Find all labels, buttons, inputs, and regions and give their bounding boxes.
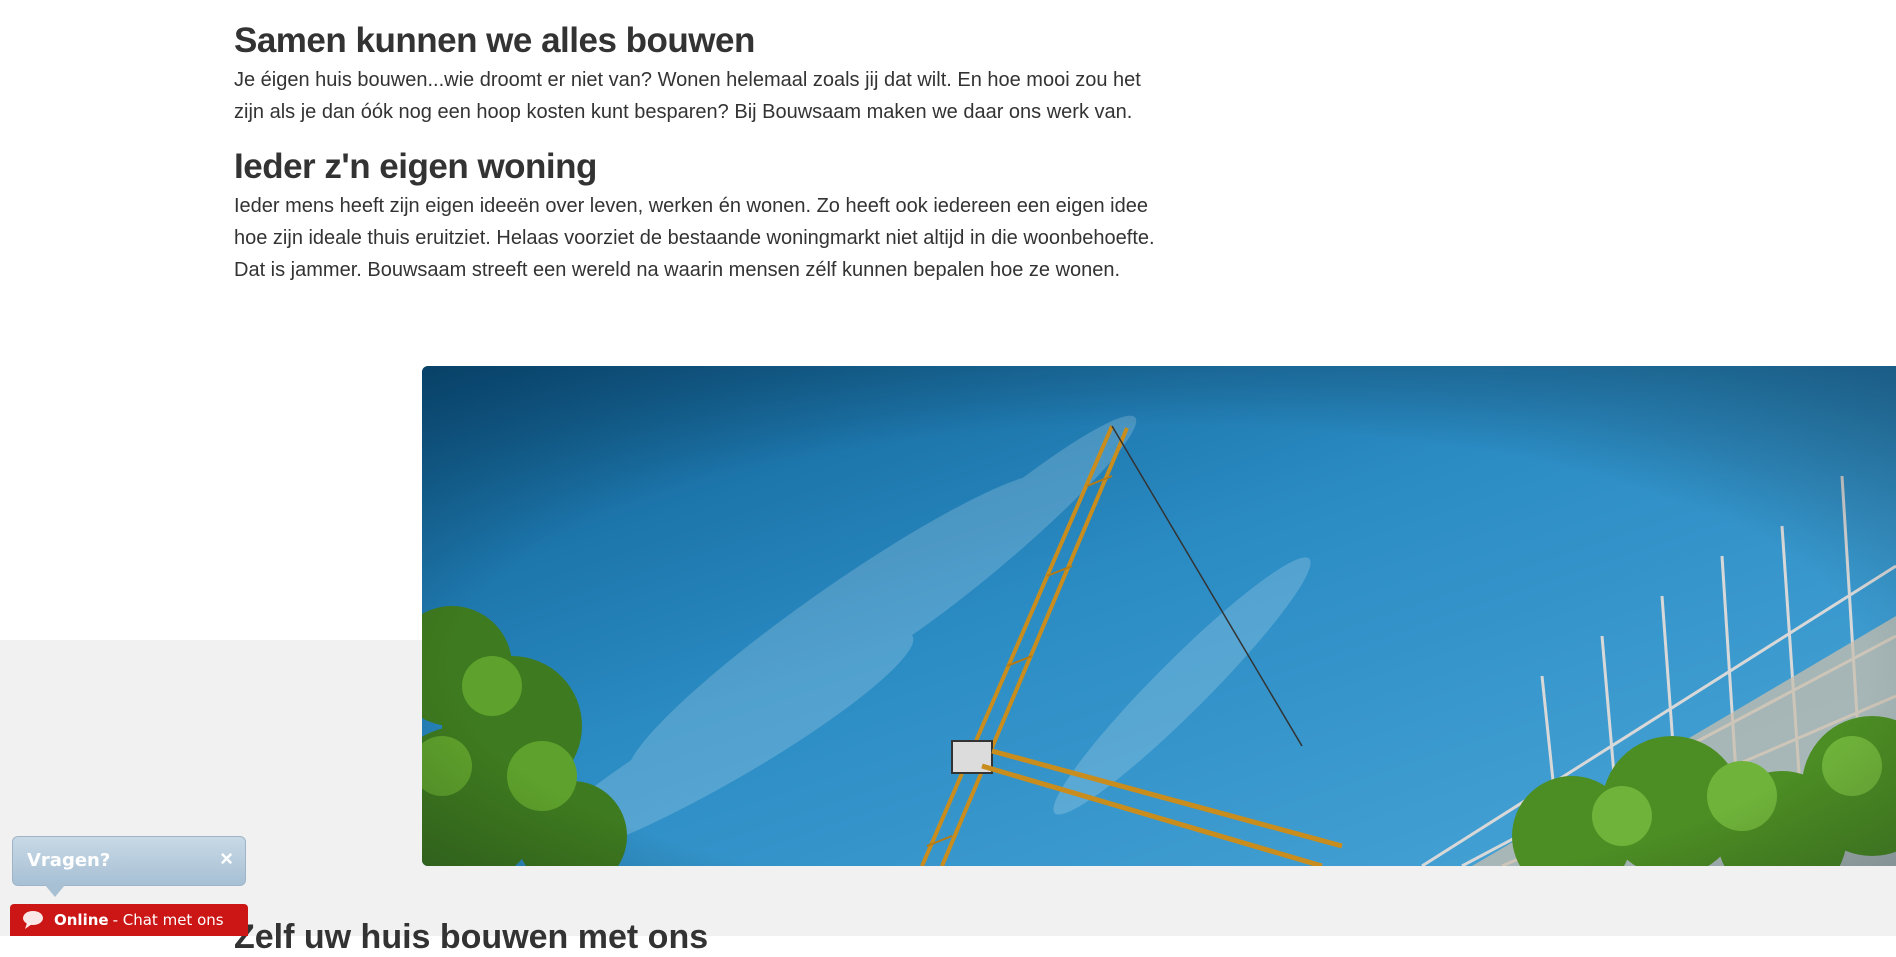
chat-bubble-title: Vragen? [27, 850, 111, 871]
close-icon[interactable]: × [220, 847, 233, 871]
chat-bubble-icon [23, 911, 43, 929]
section-body-build-together: Je éigen huis bouwen...wie droomt er nie… [234, 69, 1141, 123]
next-section-heading: Zelf uw huis bouwen met ons [234, 918, 709, 956]
chat-status: Online [54, 911, 109, 929]
section-body-own-home: Ieder mens heeft zijn eigen ideeën over … [234, 195, 1155, 281]
chat-cta-label: - Chat met ons [112, 911, 224, 929]
chat-prompt-bubble[interactable]: Vragen? × [12, 836, 246, 897]
chat-open-button[interactable]: Online - Chat met ons [10, 904, 248, 936]
section-heading-build-together: Samen kunnen we alles bouwen [234, 21, 755, 60]
chat-bubble-tail [45, 885, 65, 897]
section-heading-own-home: Ieder z'n eigen woning [234, 147, 597, 186]
hero-construction-image [422, 366, 1896, 866]
intro-content: Samen kunnen we alles bouwen Je éigen hu… [234, 18, 1174, 286]
